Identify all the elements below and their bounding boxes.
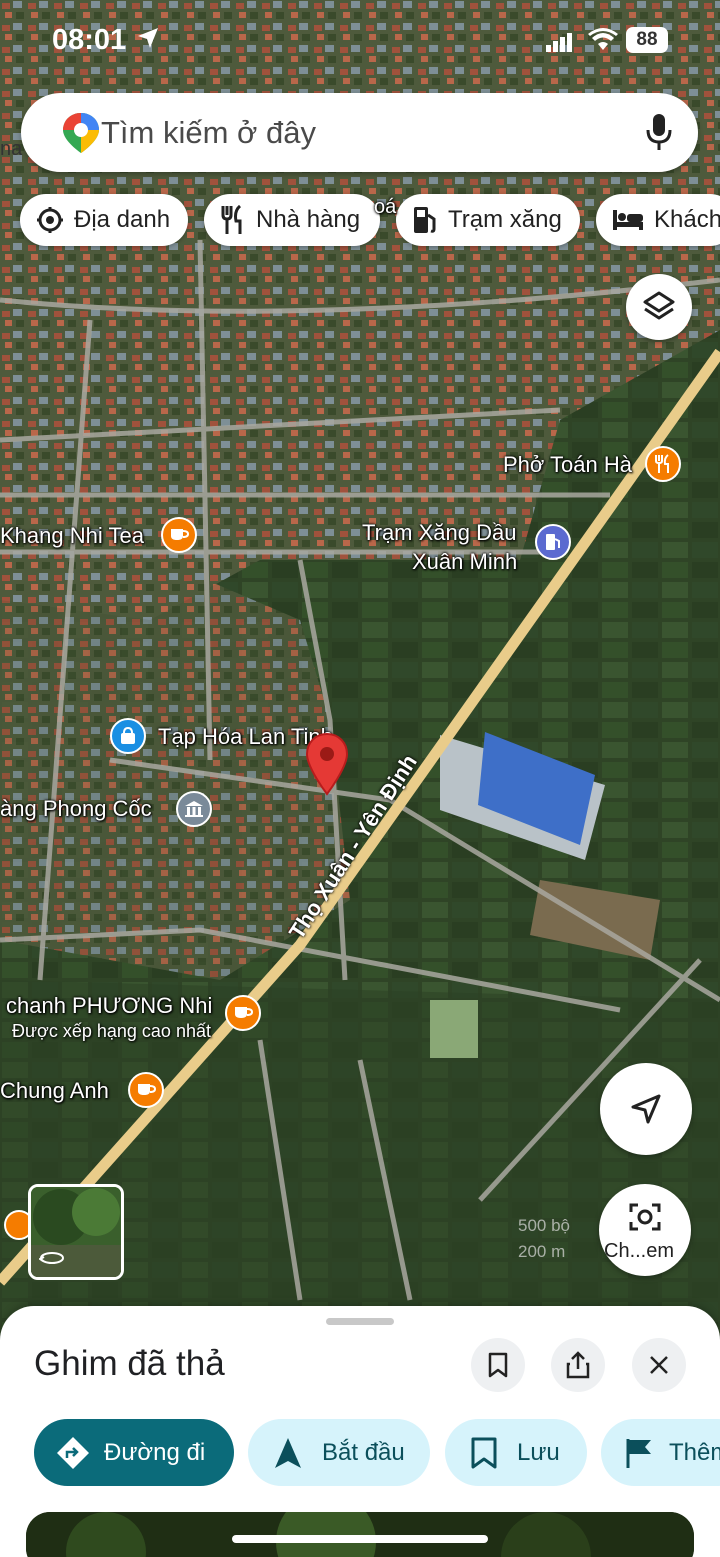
lens-label: Ch...em — [604, 1240, 675, 1262]
map-scale: 500 bộ 200 m — [518, 1216, 570, 1262]
landmark-icon — [37, 207, 63, 233]
chip-label: Khách — [654, 206, 720, 233]
street-view-rotate-icon — [39, 1252, 64, 1264]
wifi-icon — [588, 28, 618, 50]
status-time: 08:01 — [52, 24, 127, 56]
action-label: Thêm — [669, 1438, 720, 1466]
gas-station-icon — [414, 207, 436, 233]
sheet-title: Ghim đã thả — [34, 1344, 225, 1383]
action-label: Lưu — [517, 1438, 560, 1466]
poi-marker[interactable] — [225, 995, 261, 1031]
poi-marker[interactable] — [535, 524, 571, 560]
bookmark-icon — [488, 1352, 508, 1378]
bookmark-icon — [471, 1437, 497, 1468]
lens-button[interactable]: Ch...em — [599, 1184, 691, 1276]
home-indicator[interactable] — [232, 1535, 488, 1543]
chip-label: Trạm xăng — [448, 206, 562, 233]
map-edge-label: oá — [374, 196, 397, 218]
battery-indicator: 88 — [626, 27, 668, 53]
poi-label[interactable]: chanh PHƯƠNG Nhi — [6, 993, 212, 1019]
chip-hotels[interactable]: Khách — [596, 194, 720, 246]
google-maps-pin-icon — [63, 113, 99, 153]
poi-subtitle: Được xếp hạng cao nhất — [12, 1021, 211, 1041]
poi-marker[interactable] — [110, 718, 146, 754]
save-button[interactable] — [471, 1338, 525, 1392]
navigation-arrow-icon — [275, 1437, 301, 1468]
shopping-icon — [121, 726, 135, 744]
action-label: Bắt đầu — [322, 1438, 405, 1466]
layers-icon — [643, 291, 675, 320]
more-button[interactable]: Thêm — [601, 1419, 720, 1486]
navigation-arrow-icon — [631, 1094, 661, 1124]
share-icon — [566, 1351, 590, 1379]
map-edge-label: na — [0, 138, 23, 160]
chip-restaurants[interactable]: Nhà hàng — [204, 194, 380, 246]
street-view-thumbnail[interactable] — [28, 1184, 124, 1280]
poi-label[interactable]: Chung Anh — [0, 1078, 109, 1104]
cafe-icon — [235, 1007, 253, 1018]
chip-label: Địa danh — [74, 206, 171, 233]
status-bar: 08:01 88 — [0, 22, 720, 62]
chip-label: Nhà hàng — [256, 206, 361, 233]
start-button[interactable]: Bắt đầu — [248, 1419, 430, 1486]
cafe-icon — [171, 529, 189, 540]
poi-marker[interactable] — [645, 446, 681, 482]
museum-icon — [185, 801, 203, 817]
flag-icon — [626, 1438, 651, 1468]
location-arrow-icon — [138, 28, 158, 48]
chip-landmarks[interactable]: Địa danh — [20, 194, 188, 246]
cafe-icon — [138, 1084, 156, 1095]
scale-imperial: 500 bộ — [518, 1216, 570, 1235]
restaurant-icon — [221, 205, 242, 234]
action-label: Đường đi — [104, 1438, 206, 1466]
close-icon — [650, 1356, 668, 1374]
poi-marker[interactable] — [176, 791, 212, 827]
layers-button[interactable] — [626, 274, 692, 340]
scale-metric: 200 m — [518, 1242, 566, 1261]
drag-handle[interactable] — [326, 1318, 394, 1325]
directions-icon — [57, 1436, 89, 1469]
place-bottom-sheet[interactable]: Ghim đã thả Đường đi Bắt đầu Lưu Thêm — [0, 1306, 720, 1557]
search-input[interactable]: Tìm kiếm ở đây — [101, 115, 316, 151]
restaurant-icon — [655, 454, 669, 473]
poi-label[interactable]: Phở Toán Hà — [503, 452, 632, 478]
poi-label-line2[interactable]: Xuân Minh — [412, 549, 517, 575]
cellular-signal-icon — [546, 33, 572, 52]
hotel-icon — [613, 210, 643, 230]
poi-label[interactable]: àng Phong Cốc — [0, 796, 152, 822]
microphone-icon[interactable] — [646, 113, 672, 151]
directions-button[interactable]: Đường đi — [34, 1419, 234, 1486]
poi-marker[interactable] — [128, 1072, 164, 1108]
close-button[interactable] — [632, 1338, 686, 1392]
share-button[interactable] — [551, 1338, 605, 1392]
poi-label[interactable]: Khang Nhi Tea — [0, 523, 144, 549]
my-location-button[interactable] — [600, 1063, 692, 1155]
gas-station-icon — [546, 534, 560, 550]
poi-marker[interactable] — [161, 517, 197, 553]
camera-lens-icon — [629, 1203, 661, 1231]
poi-label[interactable]: Trạm Xăng Dầu — [362, 520, 516, 546]
dropped-pin-icon[interactable] — [304, 732, 350, 796]
save-place-button[interactable]: Lưu — [445, 1419, 587, 1486]
search-bar[interactable]: Tìm kiếm ở đây — [21, 93, 698, 172]
chip-gas-stations[interactable]: Trạm xăng — [396, 194, 580, 246]
